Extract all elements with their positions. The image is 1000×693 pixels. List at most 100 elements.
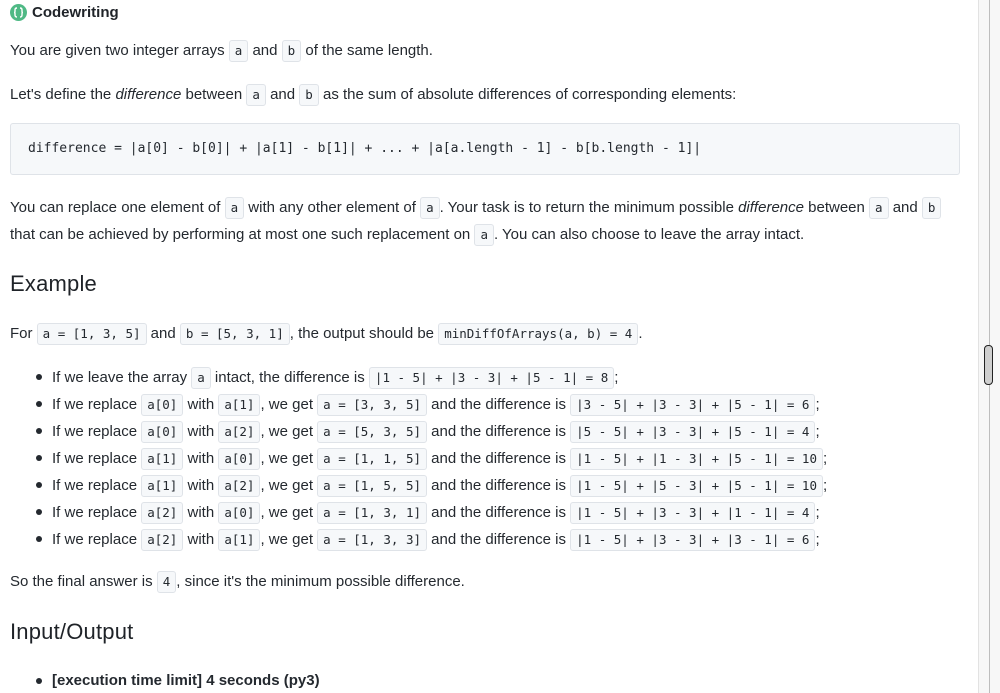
task-paragraph-line1: You can replace one element of a with an… [10, 197, 942, 219]
text-segment: ; [614, 369, 619, 386]
text-segment: with [183, 531, 219, 548]
text-segment: and the difference is [427, 477, 571, 494]
text-segment: and [888, 199, 922, 216]
text-segment: ; [822, 477, 828, 494]
text-segment: If we replace [52, 504, 142, 521]
inline-code: minDiffOfArrays(a, b) = 4 [438, 323, 639, 345]
text-segment: and [146, 325, 180, 342]
text-segment: If we replace [52, 531, 142, 548]
inline-code: a[2] [218, 475, 261, 497]
text-segment: of the same length. [301, 42, 433, 59]
text-segment: and the difference is [427, 504, 571, 521]
inline-code: a = [1, 3, 1] [317, 502, 427, 524]
text-segment: Let's define the [10, 86, 116, 103]
inline-code: |1 - 5| + |3 - 3| + |5 - 1| = 8 [368, 367, 615, 389]
text-segment: So the final answer is [10, 573, 157, 590]
text-segment: . You can also choose to leave the array… [493, 226, 805, 243]
text-segment: with [183, 396, 219, 413]
inline-code: a = [1, 1, 5] [317, 448, 427, 470]
inline-code: a[1] [141, 475, 184, 497]
task-header: Codewriting [10, 3, 119, 21]
inline-code: |1 - 5| + |3 - 3| + |3 - 1| = 6 [570, 529, 816, 551]
inline-code: a[2] [141, 502, 184, 524]
task-paragraph-line2: that can be achieved by performing at mo… [10, 224, 804, 246]
text-segment: For [10, 325, 37, 342]
inline-code: a[0] [141, 421, 184, 443]
execution-time-limit-item: [execution time limit] 4 seconds (py3) [52, 672, 320, 689]
text-segment: , we get [260, 396, 318, 413]
emphasized-text: difference [115, 86, 182, 103]
text-segment: You can replace one element of [10, 199, 225, 216]
text-segment: , the output should be [289, 325, 439, 342]
text-segment: and the difference is [427, 531, 571, 548]
inline-code: |1 - 5| + |3 - 3| + |1 - 1| = 4 [570, 502, 816, 524]
emphasized-text: difference [738, 199, 804, 216]
text-segment: between [181, 86, 247, 103]
list-item: If we replace a[2] with a[1], we get a =… [52, 529, 820, 551]
text-segment: with any other element of [244, 199, 421, 216]
text-segment: intact, the difference is [210, 369, 369, 386]
input-output-heading: Input/Output [10, 619, 134, 644]
list-item: If we leave the array a intact, the diff… [52, 367, 618, 389]
problem-statement: Codewriting You are given two integer ar… [0, 0, 978, 693]
text-segment: with [183, 504, 219, 521]
list-item: If we replace a[1] with a[0], we get a =… [52, 448, 827, 470]
inline-code: a [869, 197, 889, 219]
inline-code: b [921, 197, 942, 219]
list-bullet [36, 536, 42, 542]
inline-code: |1 - 5| + |1 - 3| + |5 - 1| = 10 [570, 448, 823, 470]
inline-code: a [246, 84, 266, 106]
inline-code: a[1] [218, 529, 261, 551]
list-bullet [36, 678, 42, 684]
text-segment: with [183, 477, 219, 494]
text-segment: , we get [260, 477, 318, 494]
text-segment: . [638, 325, 643, 342]
inline-code: b = [5, 3, 1] [179, 323, 290, 345]
text-segment: You are given two integer arrays [10, 42, 229, 59]
text-segment: between [803, 199, 870, 216]
definition-paragraph: Let's define the difference between a an… [10, 84, 736, 106]
inline-code: a [224, 197, 245, 219]
list-bullet [36, 374, 42, 380]
text-segment: and the difference is [427, 450, 571, 467]
list-item: If we replace a[1] with a[2], we get a =… [52, 475, 827, 497]
list-bullet [36, 482, 42, 488]
text-segment: and the difference is [427, 423, 571, 440]
scrollbar-thumb[interactable] [984, 345, 993, 385]
inline-code: a[1] [218, 394, 261, 416]
intro-paragraph: You are given two integer arrays a and b… [10, 40, 433, 62]
inline-code: a [228, 40, 249, 62]
text-segment: , we get [260, 423, 318, 440]
text-segment: ; [815, 396, 820, 413]
text-segment: If we replace [52, 450, 142, 467]
inline-code: a[0] [218, 502, 261, 524]
text-segment: If we leave the array [52, 369, 192, 386]
list-bullet [36, 455, 42, 461]
list-item: If we replace a[0] with a[1], we get a =… [52, 394, 820, 416]
text-segment: ; [815, 531, 820, 548]
final-answer-paragraph: So the final answer is 4, since it's the… [10, 571, 465, 593]
text-segment: , we get [260, 450, 318, 467]
text-segment: ; [815, 504, 820, 521]
text-segment: as the sum of absolute differences of co… [318, 86, 737, 103]
list-item: If we replace a[2] with a[0], we get a =… [52, 502, 820, 524]
inline-code: a[2] [218, 421, 261, 443]
list-bullet [36, 401, 42, 407]
inline-code: a[2] [141, 529, 184, 551]
codewriting-logo-icon [10, 3, 27, 21]
text-segment: If we replace [52, 396, 142, 413]
example-heading: Example [10, 271, 97, 296]
text-segment: that can be achieved by performing at mo… [10, 226, 475, 243]
text-segment: , we get [260, 531, 318, 548]
list-bullet [36, 509, 42, 515]
text-segment: with [183, 423, 219, 440]
inline-code: |5 - 5| + |3 - 3| + |5 - 1| = 4 [570, 421, 816, 443]
inline-code: |3 - 5| + |3 - 3| + |5 - 1| = 6 [570, 394, 816, 416]
inline-code: a [474, 224, 494, 246]
inline-code: a = [1, 5, 5] [317, 475, 427, 497]
text-segment: If we replace [52, 477, 142, 494]
inline-code: a[0] [141, 394, 184, 416]
example-intro: For a = [1, 3, 5] and b = [5, 3, 1], the… [10, 323, 643, 345]
inline-code: a [191, 367, 211, 389]
inline-code: a = [1, 3, 3] [317, 529, 427, 551]
